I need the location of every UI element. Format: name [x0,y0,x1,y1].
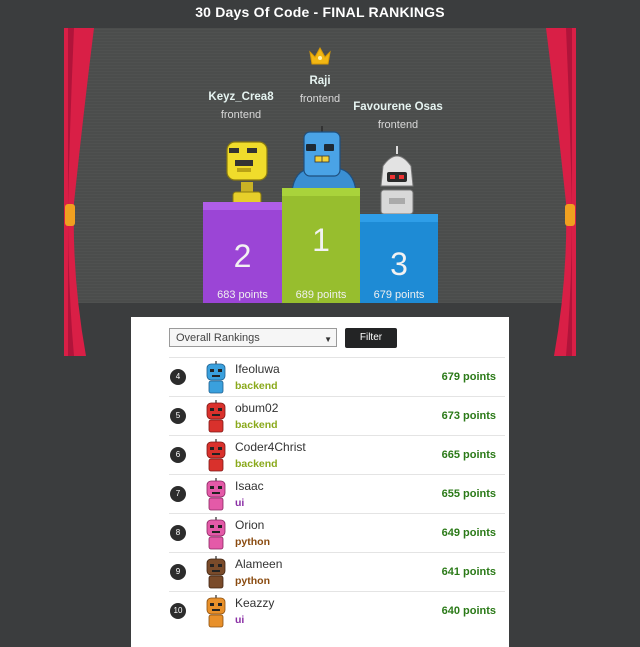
pink-robot-avatar [206,478,226,511]
ranking-name: Isaac [235,479,264,493]
ranking-points: 679 points [441,371,496,383]
ranking-row[interactable]: 10 Keazzy ui 640 points [169,591,505,630]
ranking-team: backend [235,380,278,392]
ranking-points: 641 points [441,566,496,578]
podium-second-points: 683 points [217,289,268,301]
winner-first-name: Raji [309,75,331,87]
ranking-position-badge: 10 [170,603,186,619]
winner-third-name: Favourene Osas [353,101,443,113]
orange-robot-avatar [206,595,226,628]
ranking-name: Ifeoluwa [235,362,280,376]
ranking-row[interactable]: 4 Ifeoluwa backend 679 points [169,357,505,396]
ranking-row[interactable]: 7 Isaac ui 655 points [169,474,505,513]
left-curtain [64,28,94,356]
ranking-name: Coder4Christ [235,440,306,454]
ranking-team: ui [235,497,245,509]
ranking-position-badge: 6 [170,447,186,463]
ranking-points: 665 points [441,449,496,461]
podium-first: 1 689 points [282,188,360,303]
rankings-panel: Overall Rankings ▼ Filter 4 Ifeoluwa backe… [131,317,509,647]
ranking-position-badge: 8 [170,525,186,541]
page-title: 30 Days Of Code - FINAL RANKINGS [195,4,445,20]
right-curtain [546,28,576,356]
podium-third-points: 679 points [373,289,425,301]
ranking-row[interactable]: 8 Orion python 649 points [169,513,505,552]
ranking-row[interactable]: 5 obum02 backend 673 points [169,396,505,435]
podium-third: 3 679 points [360,214,438,303]
filter-button[interactable]: Filter [345,328,397,348]
ranking-position-badge: 5 [170,408,186,424]
ranking-team: ui [235,614,245,626]
ranking-name: Keazzy [235,596,275,610]
ranking-team: backend [235,458,278,470]
winner-second-team: frontend [220,109,262,121]
podium-second: 2 683 points [203,202,282,303]
crown-icon [309,46,331,65]
blue-robot-avatar [291,126,357,193]
winner-second-name: Keyz_Crea8 [208,91,274,103]
chevron-down-icon: ▼ [324,335,332,344]
yellow-robot-avatar [226,141,268,208]
ranking-team: backend [235,419,278,431]
rankings-list: 4 Ifeoluwa backend 679 points 5 obum02 backend… [169,357,505,630]
ranking-points: 640 points [441,605,496,617]
rankings-select-value: Overall Rankings [176,332,260,344]
rankings-select[interactable]: Overall Rankings ▼ [169,328,337,347]
ranking-points: 649 points [441,527,496,539]
grey-robot-avatar [380,146,414,215]
ranking-points: 655 points [441,488,496,500]
ranking-row[interactable]: 9 Alameen python 641 points [169,552,505,591]
podium-second-rank: 2 [233,238,252,274]
ranking-name: obum02 [235,401,279,415]
ranking-name: Alameen [235,557,283,571]
ranking-position-badge: 4 [170,369,186,385]
winner-second: Keyz_Crea8 frontend [171,91,311,121]
podium-first-points: 689 points [295,289,347,301]
podium-stage: Raji frontend Keyz_Crea8 frontend Favour… [64,28,576,303]
ranking-position-badge: 9 [170,564,186,580]
ranking-team: python [235,575,270,587]
podium-third-rank: 3 [390,246,408,282]
red-robot-avatar [206,400,226,433]
blue-robot-avatar [206,361,226,394]
brown-robot-avatar [206,556,226,589]
podium-first-rank: 1 [312,222,330,258]
red-robot-avatar [206,439,226,472]
ranking-name: Orion [235,518,265,532]
ranking-team: python [235,536,270,548]
ranking-points: 673 points [441,410,496,422]
ranking-position-badge: 7 [170,486,186,502]
pink-robot-avatar [206,517,226,550]
ranking-row[interactable]: 6 Coder4Christ backend 665 points [169,435,505,474]
